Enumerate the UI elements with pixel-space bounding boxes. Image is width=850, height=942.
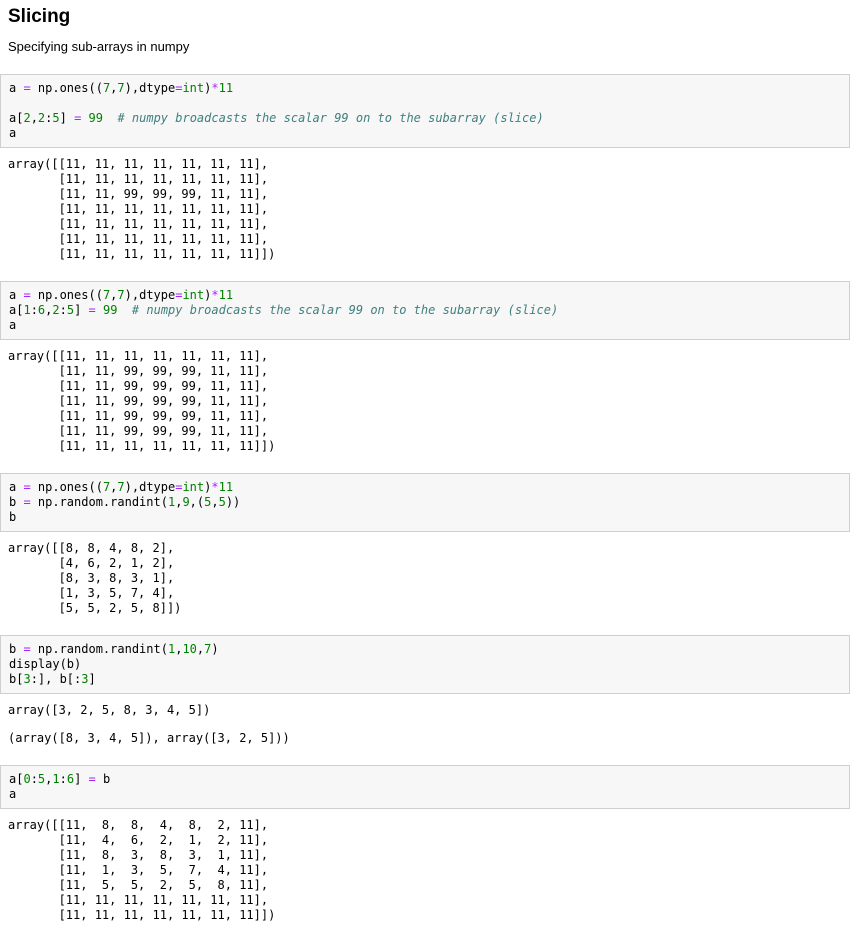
code-input-4[interactable]: b = np.random.randint(1,10,7) display(b)… (1, 636, 849, 693)
cell-output-2: array([[11, 11, 11, 11, 11, 11, 11], [11… (8, 349, 850, 454)
code-token: 9 (182, 495, 189, 509)
code-token: ] (89, 672, 96, 686)
code-token (81, 111, 88, 125)
code-token: : (31, 772, 38, 786)
code-token: np.random.randint( (31, 642, 168, 656)
page-title: Slicing (8, 6, 842, 28)
code-token: ),dtype (125, 288, 176, 302)
code-token: = (23, 480, 30, 494)
code-token: ] (74, 772, 88, 786)
code-token: # numpy broadcasts the scalar 99 on to t… (132, 303, 558, 317)
code-token: a (9, 81, 23, 95)
code-token: np.ones(( (31, 81, 103, 95)
code-token (117, 303, 131, 317)
code-token: a[ (9, 303, 23, 317)
code-token: 7 (117, 480, 124, 494)
code-token: b (9, 495, 23, 509)
code-token: 11 (219, 480, 233, 494)
code-token (96, 303, 103, 317)
code-token: display(b) (9, 657, 81, 671)
code-token (103, 111, 117, 125)
code-token: 2 (23, 111, 30, 125)
code-token: :], b[: (31, 672, 82, 686)
code-token: : (60, 772, 67, 786)
code-token: ] (60, 111, 74, 125)
code-token: int (182, 81, 204, 95)
code-token: 2 (52, 303, 59, 317)
code-token: 7 (117, 81, 124, 95)
code-token: np.ones(( (31, 480, 103, 494)
code-token: a (9, 480, 23, 494)
markdown-cell: Slicing Specifying sub-arrays in numpy (8, 6, 842, 54)
code-input-2[interactable]: a = np.ones((7,7),dtype=int)*11 a[1:6,2:… (1, 282, 849, 339)
code-token: a (9, 126, 16, 140)
code-token: a[ (9, 772, 23, 786)
code-token: a (9, 288, 23, 302)
code-token: 99 (103, 303, 117, 317)
code-token: np.random.randint( (31, 495, 168, 509)
code-token: = (89, 772, 96, 786)
code-token: * (211, 81, 218, 95)
code-token: , (211, 495, 218, 509)
code-token: = (23, 495, 30, 509)
code-token: 11 (219, 81, 233, 95)
notebook-subtitle: Specifying sub-arrays in numpy (8, 39, 842, 54)
code-token: b (9, 510, 16, 524)
code-token: 11 (219, 288, 233, 302)
code-token: ),dtype (125, 480, 176, 494)
code-token: = (23, 81, 30, 95)
cell-output-4-display: array([3, 2, 5, 8, 3, 4, 5]) (8, 703, 850, 718)
code-token: 1 (52, 772, 59, 786)
code-input-5[interactable]: a[0:5,1:6] = b a (1, 766, 849, 808)
code-token: 5 (219, 495, 226, 509)
code-token: b[ (9, 672, 23, 686)
code-token: = (89, 303, 96, 317)
code-token: = (23, 288, 30, 302)
code-token: int (182, 288, 204, 302)
cell-output-1: array([[11, 11, 11, 11, 11, 11, 11], [11… (8, 157, 850, 262)
code-token: int (182, 480, 204, 494)
code-token: 6 (67, 772, 74, 786)
code-token: np.ones(( (31, 288, 103, 302)
code-token: 0 (23, 772, 30, 786)
code-token: a[ (9, 111, 23, 125)
notebook: Slicing Specifying sub-arrays in numpy a… (0, 6, 850, 923)
code-input-3[interactable]: a = np.ones((7,7),dtype=int)*11 b = np.r… (1, 474, 849, 531)
code-token: 5 (52, 111, 59, 125)
code-cell-1[interactable]: a = np.ones((7,7),dtype=int)*11 a[2,2:5]… (0, 74, 850, 148)
code-token: ,( (190, 495, 204, 509)
cell-output-3: array([[8, 8, 4, 8, 2], [4, 6, 2, 1, 2],… (8, 541, 850, 616)
code-token: a (9, 787, 16, 801)
code-token: ),dtype (125, 81, 176, 95)
code-cell-2[interactable]: a = np.ones((7,7),dtype=int)*11 a[1:6,2:… (0, 281, 850, 340)
code-token: , (31, 111, 38, 125)
code-token: 7 (117, 288, 124, 302)
code-token: 10 (182, 642, 196, 656)
code-token: 1 (23, 303, 30, 317)
cell-output-4-result: (array([8, 3, 4, 5]), array([3, 2, 5])) (8, 731, 850, 746)
code-token: * (211, 288, 218, 302)
code-token: b (9, 642, 23, 656)
code-token: b (96, 772, 110, 786)
code-cell-5[interactable]: a[0:5,1:6] = b a (0, 765, 850, 809)
code-token: * (211, 480, 218, 494)
cell-output-5: array([[11, 8, 8, 4, 8, 2, 11], [11, 4, … (8, 818, 850, 923)
code-token: ] (74, 303, 88, 317)
code-token: ) (211, 642, 218, 656)
code-token: 5 (67, 303, 74, 317)
code-token: 99 (89, 111, 103, 125)
code-token: : (31, 303, 38, 317)
code-token: 3 (23, 672, 30, 686)
code-token: = (23, 642, 30, 656)
code-token: : (60, 303, 67, 317)
code-input-1[interactable]: a = np.ones((7,7),dtype=int)*11 a[2,2:5]… (1, 75, 849, 147)
code-cell-4[interactable]: b = np.random.randint(1,10,7) display(b)… (0, 635, 850, 694)
code-cell-3[interactable]: a = np.ones((7,7),dtype=int)*11 b = np.r… (0, 473, 850, 532)
code-token: )) (226, 495, 240, 509)
code-token: a (9, 318, 16, 332)
code-token: # numpy broadcasts the scalar 99 on to t… (117, 111, 543, 125)
code-token: 3 (81, 672, 88, 686)
